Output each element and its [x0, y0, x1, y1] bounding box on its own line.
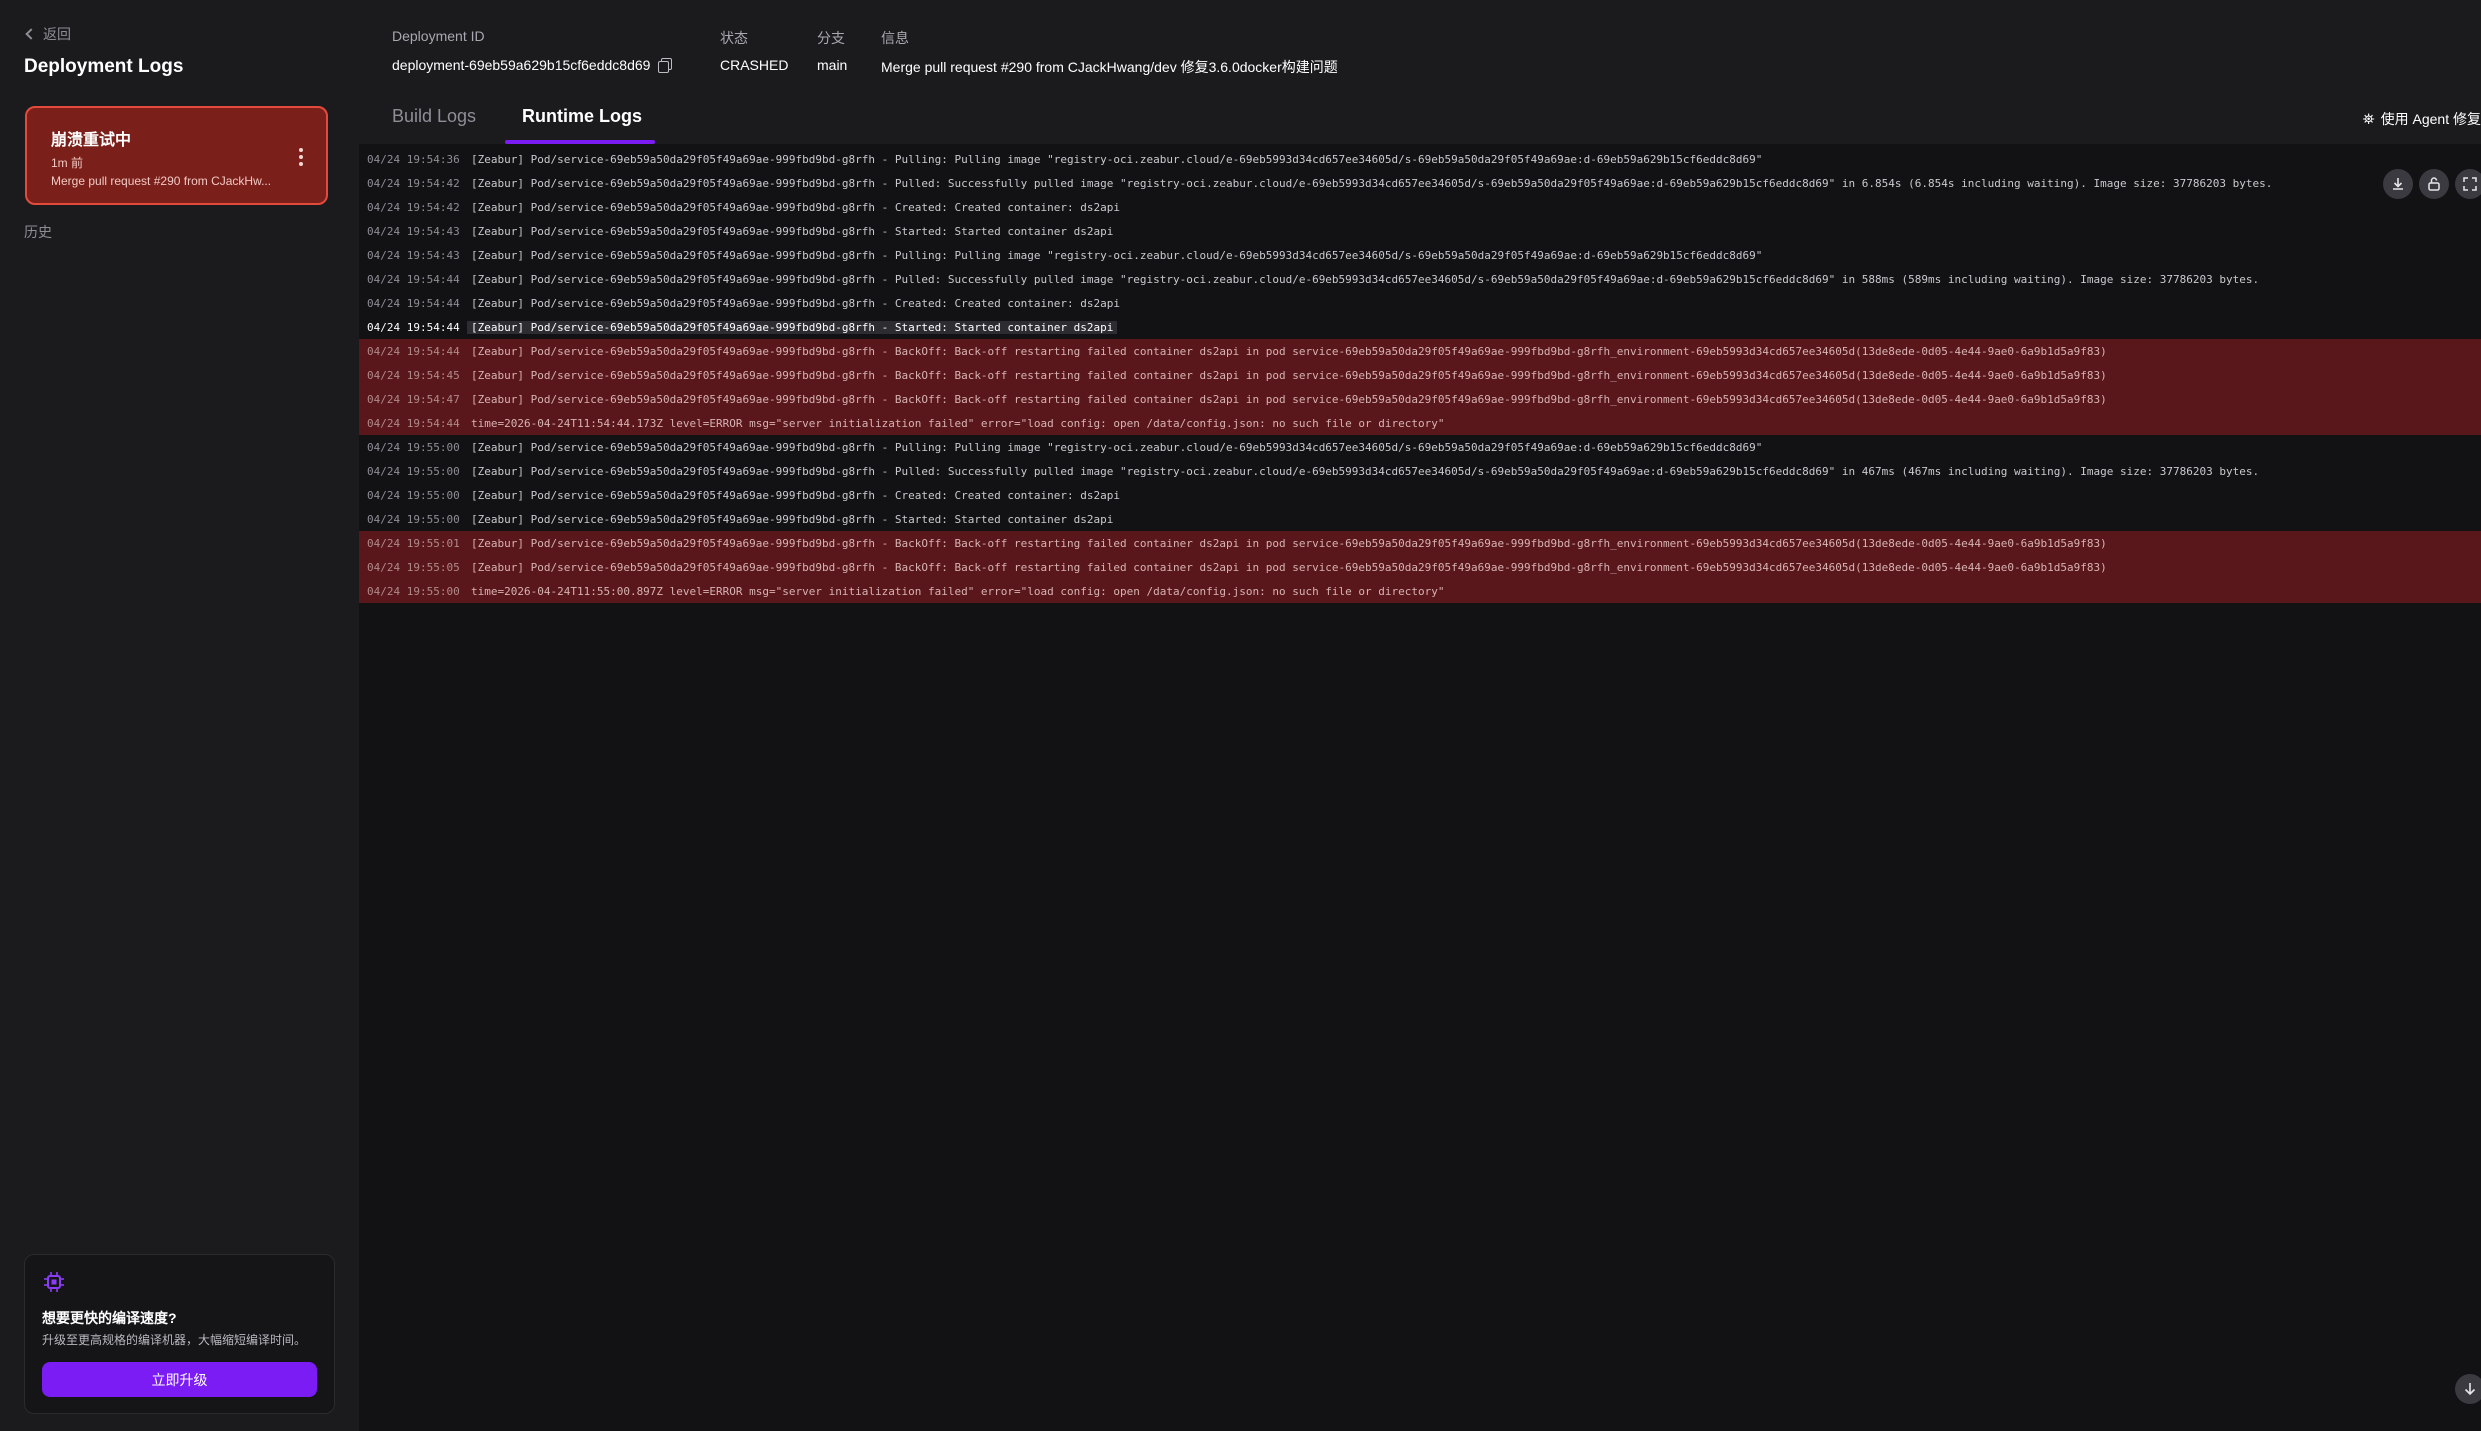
log-timestamp: 04/24 19:54:44: [367, 416, 460, 430]
log-line[interactable]: 04/24 19:54:43 [Zeabur] Pod/service-69eb5…: [359, 219, 2481, 243]
status-value: CRASHED: [720, 57, 789, 73]
log-message: [Zeabur] Pod/service-69eb59a50da29f05f49…: [471, 392, 2107, 406]
upgrade-title: 想要更快的编译速度?: [42, 1310, 177, 1326]
info-block: 信息 Merge pull request #290 from CJackHwa…: [881, 28, 1338, 77]
log-message: [Zeabur] Pod/service-69eb59a50da29f05f49…: [467, 320, 1118, 334]
tab-runtime-logs[interactable]: Runtime Logs: [522, 106, 642, 127]
log-message: [Zeabur] Pod/service-69eb59a50da29f05f49…: [471, 296, 1121, 310]
log-message: [Zeabur] Pod/service-69eb59a50da29f05f49…: [471, 464, 2260, 478]
current-deployment-card[interactable]: 崩溃重试中 1m 前 Merge pull request #290 from …: [25, 106, 328, 205]
log-message: [Zeabur] Pod/service-69eb59a50da29f05f49…: [471, 152, 1763, 166]
deployment-id-block: Deployment ID deployment-69eb59a629b15cf…: [392, 28, 673, 73]
branch-block: 分支 main: [817, 28, 847, 73]
log-message: [Zeabur] Pod/service-69eb59a50da29f05f49…: [471, 344, 2107, 358]
log-timestamp: 04/24 19:54:45: [367, 368, 460, 382]
log-timestamp: 04/24 19:55:00: [367, 584, 460, 598]
deployment-time: 1m 前: [51, 156, 84, 170]
log-message: [Zeabur] Pod/service-69eb59a50da29f05f49…: [471, 536, 2107, 550]
log-line[interactable]: 04/24 19:55:01 [Zeabur] Pod/service-69eb5…: [359, 531, 2481, 555]
back-label: 返回: [43, 26, 71, 42]
log-timestamp: 04/24 19:55:00: [367, 464, 460, 478]
history-label: 历史: [24, 224, 52, 240]
log-message: time=2026-04-24T11:54:44.173Z level=ERRO…: [471, 416, 1445, 430]
chevron-left-icon: [25, 28, 37, 40]
main-panel: Deployment ID deployment-69eb59a629b15cf…: [359, 0, 2481, 1431]
info-value: Merge pull request #290 from CJackHwang/…: [881, 59, 1338, 75]
log-tabs: Build Logs Runtime Logs ⛯ 使用 Agent 修复: [359, 98, 2481, 144]
copy-icon[interactable]: [658, 58, 673, 73]
branch-value: main: [817, 57, 848, 73]
deployment-id-value: deployment-69eb59a629b15cf6eddc8d69: [392, 57, 651, 73]
log-line[interactable]: 04/24 19:54:43 [Zeabur] Pod/service-69eb5…: [359, 243, 2481, 267]
more-vertical-icon[interactable]: [298, 148, 304, 166]
info-label: 信息: [881, 30, 909, 46]
upgrade-button[interactable]: 立即升级: [42, 1362, 317, 1397]
log-message: [Zeabur] Pod/service-69eb59a50da29f05f49…: [471, 488, 1121, 502]
log-timestamp: 04/24 19:54:44: [367, 344, 460, 358]
sidebar-title: Deployment Logs: [24, 56, 184, 77]
log-message: time=2026-04-24T11:55:00.897Z level=ERRO…: [471, 584, 1445, 598]
log-timestamp: 04/24 19:55:05: [367, 560, 460, 574]
log-message: [Zeabur] Pod/service-69eb59a50da29f05f49…: [471, 440, 1763, 454]
log-timestamp: 04/24 19:54:44: [367, 272, 460, 286]
back-link[interactable]: 返回: [24, 24, 71, 44]
deployment-status: 崩溃重试中: [51, 132, 132, 149]
log-message: [Zeabur] Pod/service-69eb59a50da29f05f49…: [471, 224, 1114, 238]
log-timestamp: 04/24 19:54:44: [367, 296, 460, 310]
log-line[interactable]: 04/24 19:54:44 time=2026-04-24T11:54:44.1…: [359, 411, 2481, 435]
log-timestamp: 04/24 19:55:00: [367, 488, 460, 502]
log-line[interactable]: 04/24 19:54:36 [Zeabur] Pod/service-69eb5…: [359, 147, 2481, 171]
log-line[interactable]: 04/24 19:55:00 [Zeabur] Pod/service-69eb5…: [359, 459, 2481, 483]
log-message: [Zeabur] Pod/service-69eb59a50da29f05f49…: [471, 176, 2273, 190]
log-timestamp: 04/24 19:54:43: [367, 248, 460, 262]
status-label: 状态: [720, 30, 748, 46]
log-message: [Zeabur] Pod/service-69eb59a50da29f05f49…: [471, 368, 2107, 382]
log-line[interactable]: 04/24 19:54:42 [Zeabur] Pod/service-69eb5…: [359, 195, 2481, 219]
log-message: [Zeabur] Pod/service-69eb59a50da29f05f49…: [471, 248, 1763, 262]
log-line[interactable]: 04/24 19:54:47 [Zeabur] Pod/service-69eb5…: [359, 387, 2481, 411]
log-message: [Zeabur] Pod/service-69eb59a50da29f05f49…: [471, 560, 2107, 574]
log-timestamp: 04/24 19:54:42: [367, 200, 460, 214]
arrow-down-icon[interactable]: [2455, 1374, 2481, 1404]
unlock-icon[interactable]: [2419, 169, 2449, 199]
log-timestamp: 04/24 19:54:43: [367, 224, 460, 238]
log-line[interactable]: 04/24 19:55:00 [Zeabur] Pod/service-69eb5…: [359, 435, 2481, 459]
chip-icon: [44, 1272, 64, 1292]
log-message: [Zeabur] Pod/service-69eb59a50da29f05f49…: [471, 512, 1114, 526]
log-line[interactable]: 04/24 19:55:00 [Zeabur] Pod/service-69eb5…: [359, 483, 2481, 507]
log-timestamp: 04/24 19:55:00: [367, 512, 460, 526]
log-line[interactable]: 04/24 19:54:45 [Zeabur] Pod/service-69eb5…: [359, 363, 2481, 387]
log-timestamp: 04/24 19:55:01: [367, 536, 460, 550]
sparkle-icon: ⛯: [2362, 110, 2375, 128]
agent-fix-button[interactable]: ⛯ 使用 Agent 修复: [2363, 109, 2481, 129]
log-viewer[interactable]: 04/24 19:54:36 [Zeabur] Pod/service-69eb5…: [359, 144, 2481, 1431]
log-line[interactable]: 04/24 19:54:44 [Zeabur] Pod/service-69eb5…: [359, 267, 2481, 291]
deployment-id-label: Deployment ID: [392, 28, 485, 44]
log-timestamp: 04/24 19:54:47: [367, 392, 460, 406]
log-line[interactable]: 04/24 19:54:42 [Zeabur] Pod/service-69eb5…: [359, 171, 2481, 195]
log-line[interactable]: 04/24 19:54:44 [Zeabur] Pod/service-69eb5…: [359, 291, 2481, 315]
download-icon[interactable]: [2383, 169, 2413, 199]
log-timestamp: 04/24 19:54:42: [367, 176, 460, 190]
log-timestamp: 04/24 19:54:44: [367, 320, 460, 334]
upgrade-description: 升级至更高规格的编译机器，大幅缩短编译时间。: [42, 1333, 307, 1347]
sidebar: 返回 Deployment Logs 崩溃重试中 1m 前 Merge pull…: [0, 0, 359, 1431]
log-line[interactable]: 04/24 19:54:44 [Zeabur] Pod/service-69eb5…: [359, 315, 2481, 339]
log-line[interactable]: 04/24 19:54:44 [Zeabur] Pod/service-69eb5…: [359, 339, 2481, 363]
tab-build-logs[interactable]: Build Logs: [392, 106, 476, 127]
log-line[interactable]: 04/24 19:55:00 [Zeabur] Pod/service-69eb5…: [359, 507, 2481, 531]
log-line[interactable]: 04/24 19:55:00 time=2026-04-24T11:55:00.8…: [359, 579, 2481, 603]
branch-label: 分支: [817, 30, 845, 46]
log-line[interactable]: 04/24 19:55:05 [Zeabur] Pod/service-69eb5…: [359, 555, 2481, 579]
log-timestamp: 04/24 19:55:00: [367, 440, 460, 454]
agent-fix-label: 使用 Agent 修复: [2380, 111, 2481, 127]
log-timestamp: 04/24 19:54:36: [367, 152, 460, 166]
upgrade-card: 想要更快的编译速度? 升级至更高规格的编译机器，大幅缩短编译时间。 立即升级: [24, 1254, 335, 1414]
expand-icon[interactable]: [2455, 169, 2481, 199]
deployment-info: Deployment ID deployment-69eb59a629b15cf…: [359, 0, 2481, 90]
status-block: 状态 CRASHED: [720, 28, 788, 73]
log-message: [Zeabur] Pod/service-69eb59a50da29f05f49…: [471, 200, 1121, 214]
log-message: [Zeabur] Pod/service-69eb59a50da29f05f49…: [471, 272, 2260, 286]
deployment-message: Merge pull request #290 from CJackHw...: [51, 174, 272, 188]
